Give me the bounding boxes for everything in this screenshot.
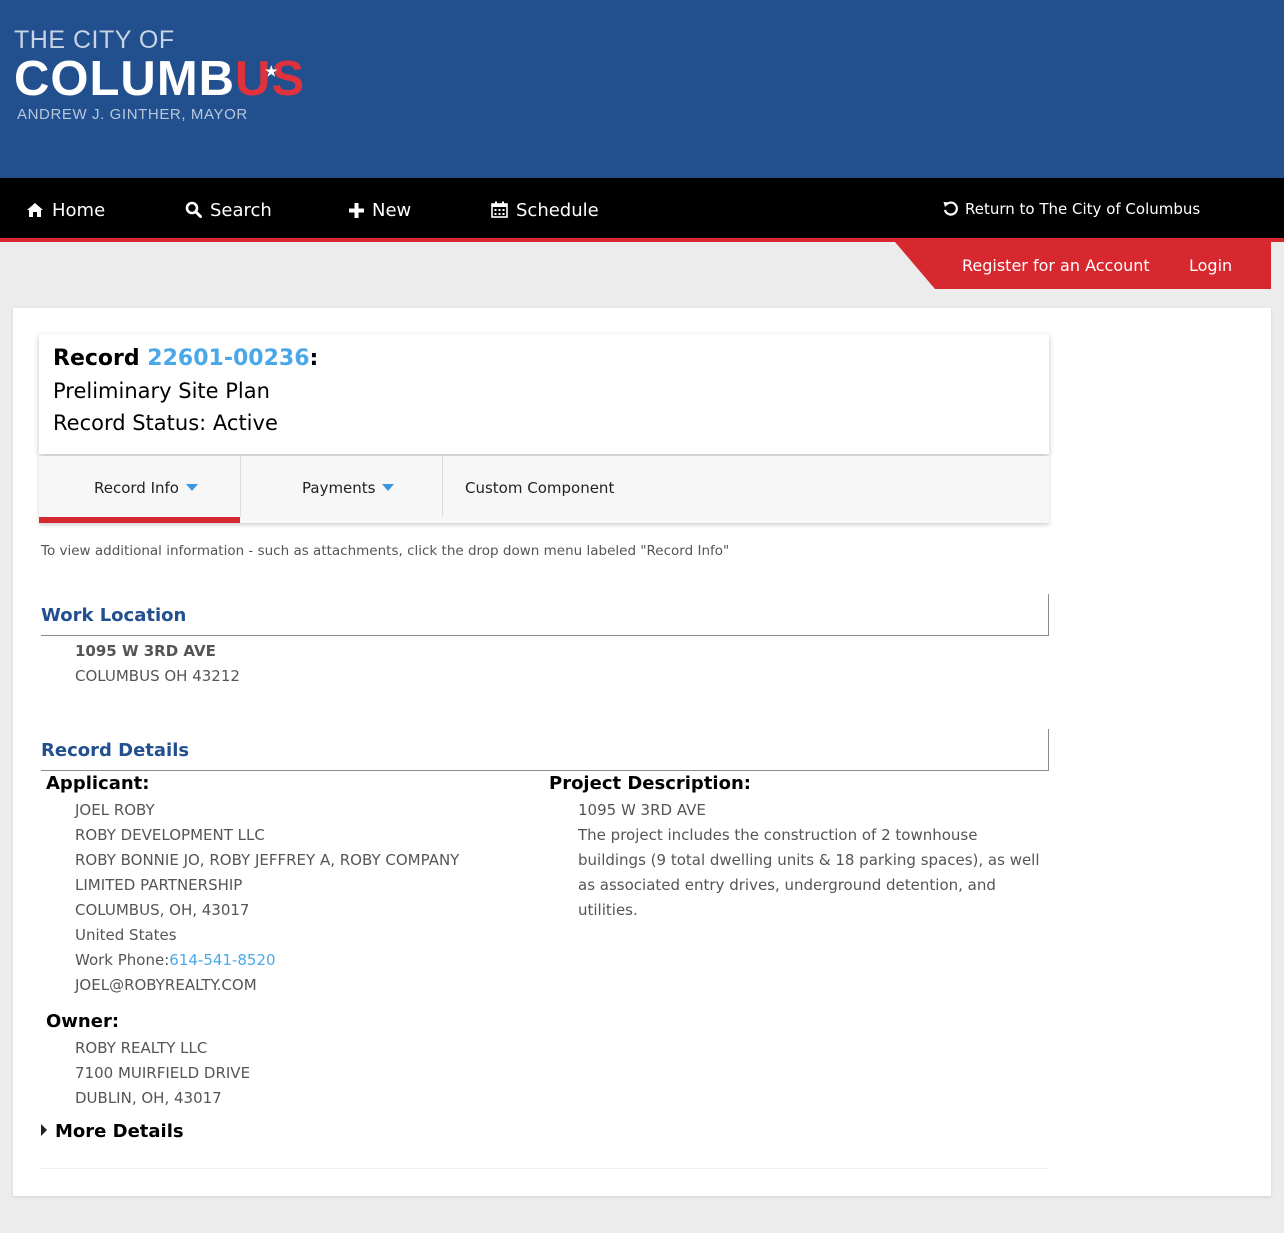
nav-home[interactable]: Home <box>26 178 105 238</box>
project-address: 1095 W 3RD AVE <box>578 801 706 819</box>
tab-custom-component[interactable]: Custom Component <box>443 456 693 523</box>
caret-right-icon <box>41 1124 47 1136</box>
tab-payments-label: Payments <box>302 479 376 497</box>
caret-down-icon <box>185 484 198 491</box>
return-link[interactable]: Return to The City of Columbus <box>943 178 1200 238</box>
applicant-phone-row: Work Phone:614-541-8520 <box>75 948 459 973</box>
caret-down-icon <box>382 484 395 491</box>
work-location-address: 1095 W 3RD AVE <box>75 642 216 660</box>
section-divider-edge <box>1048 594 1049 636</box>
applicant-email: JOEL@ROBYREALTY.COM <box>75 976 257 994</box>
project-text: The project includes the construction of… <box>578 826 1040 919</box>
logo-line2: COLUMBUS ★ <box>14 54 305 104</box>
record-label: Record <box>53 346 140 371</box>
nav-home-label: Home <box>52 200 106 221</box>
nav-new[interactable]: New <box>349 178 411 238</box>
owner-label: Owner: <box>46 1011 120 1032</box>
star-icon: ★ <box>265 63 279 79</box>
record-status: Record Status: Active <box>53 411 278 435</box>
owner-street: 7100 MUIRFIELD DRIVE <box>75 1064 251 1082</box>
refresh-icon <box>943 201 958 216</box>
tab-payments[interactable]: Payments <box>241 456 442 523</box>
more-details-label: More Details <box>55 1121 184 1142</box>
nav-search-label: Search <box>210 200 272 221</box>
city-logo[interactable]: THE CITY OF COLUMBUS ★ ANDREW J. GINTHER… <box>14 26 305 123</box>
tab-custom-component-label: Custom Component <box>465 479 615 497</box>
active-tab-indicator <box>39 517 240 523</box>
main-nav: Home Search New Schedule Return to The C… <box>0 178 1284 242</box>
nav-search[interactable]: Search <box>185 178 272 238</box>
nav-new-label: New <box>372 200 412 221</box>
applicant-info: JOEL ROBY ROBY DEVELOPMENT LLC ROBY BONN… <box>75 798 459 998</box>
logo-columb: COLUMB <box>14 52 236 106</box>
work-location-city: COLUMBUS OH 43212 <box>75 667 240 685</box>
project-description-label: Project Description: <box>549 773 751 794</box>
phone-label: Work Phone: <box>75 951 170 969</box>
nav-schedule-label: Schedule <box>516 200 599 221</box>
tab-record-info[interactable]: Record Info <box>39 456 240 523</box>
applicant-city: COLUMBUS, OH, 43017 <box>75 901 250 919</box>
header-banner: THE CITY OF COLUMBUS ★ ANDREW J. GINTHER… <box>0 0 1284 178</box>
plus-icon <box>349 203 364 218</box>
more-details-toggle[interactable]: More Details <box>41 1121 184 1142</box>
home-icon <box>27 203 43 217</box>
section-divider <box>41 635 1049 636</box>
nav-schedule[interactable]: Schedule <box>491 178 599 238</box>
section-divider <box>41 770 1049 771</box>
owner-city: DUBLIN, OH, 43017 <box>75 1089 222 1107</box>
record-type: Preliminary Site Plan <box>53 379 270 403</box>
calendar-icon <box>491 201 508 218</box>
owner-info: ROBY REALTY LLC 7100 MUIRFIELD DRIVE DUB… <box>75 1036 250 1111</box>
record-details-title: Record Details <box>41 740 190 761</box>
main-content: Record 22601-00236: Preliminary Site Pla… <box>13 308 1271 1196</box>
account-bar: Register for an Account Login <box>895 242 1271 289</box>
applicant-label: Applicant: <box>46 773 150 794</box>
record-title: Record 22601-00236: <box>53 346 318 371</box>
section-divider-edge <box>1048 729 1049 771</box>
return-link-label: Return to The City of Columbus <box>965 200 1201 218</box>
work-location-title: Work Location <box>41 605 187 626</box>
logo-line1: THE CITY OF <box>14 26 175 54</box>
project-description: 1095 W 3RD AVE The project includes the … <box>578 798 1048 923</box>
record-header-card: Record 22601-00236: Preliminary Site Pla… <box>39 334 1049 454</box>
register-link[interactable]: Register for an Account <box>962 256 1150 275</box>
record-number: 22601-00236 <box>147 346 310 371</box>
applicant-country: United States <box>75 926 177 944</box>
info-hint: To view additional information - such as… <box>41 543 730 559</box>
tab-record-info-label: Record Info <box>94 479 179 497</box>
applicant-org-line2: LIMITED PARTNERSHIP <box>75 876 243 894</box>
applicant-name: JOEL ROBY <box>75 801 155 819</box>
logo-mayor: ANDREW J. GINTHER, MAYOR <box>17 106 248 123</box>
applicant-org-line1: ROBY BONNIE JO, ROBY JEFFREY A, ROBY COM… <box>75 851 460 869</box>
phone-link[interactable]: 614-541-8520 <box>169 951 275 969</box>
record-tabs: Record Info Payments Custom Component <box>39 456 1049 523</box>
record-colon: : <box>309 346 319 371</box>
owner-name: ROBY REALTY LLC <box>75 1039 208 1057</box>
login-link[interactable]: Login <box>1189 256 1232 275</box>
search-icon <box>185 201 202 218</box>
applicant-company: ROBY DEVELOPMENT LLC <box>75 826 265 844</box>
